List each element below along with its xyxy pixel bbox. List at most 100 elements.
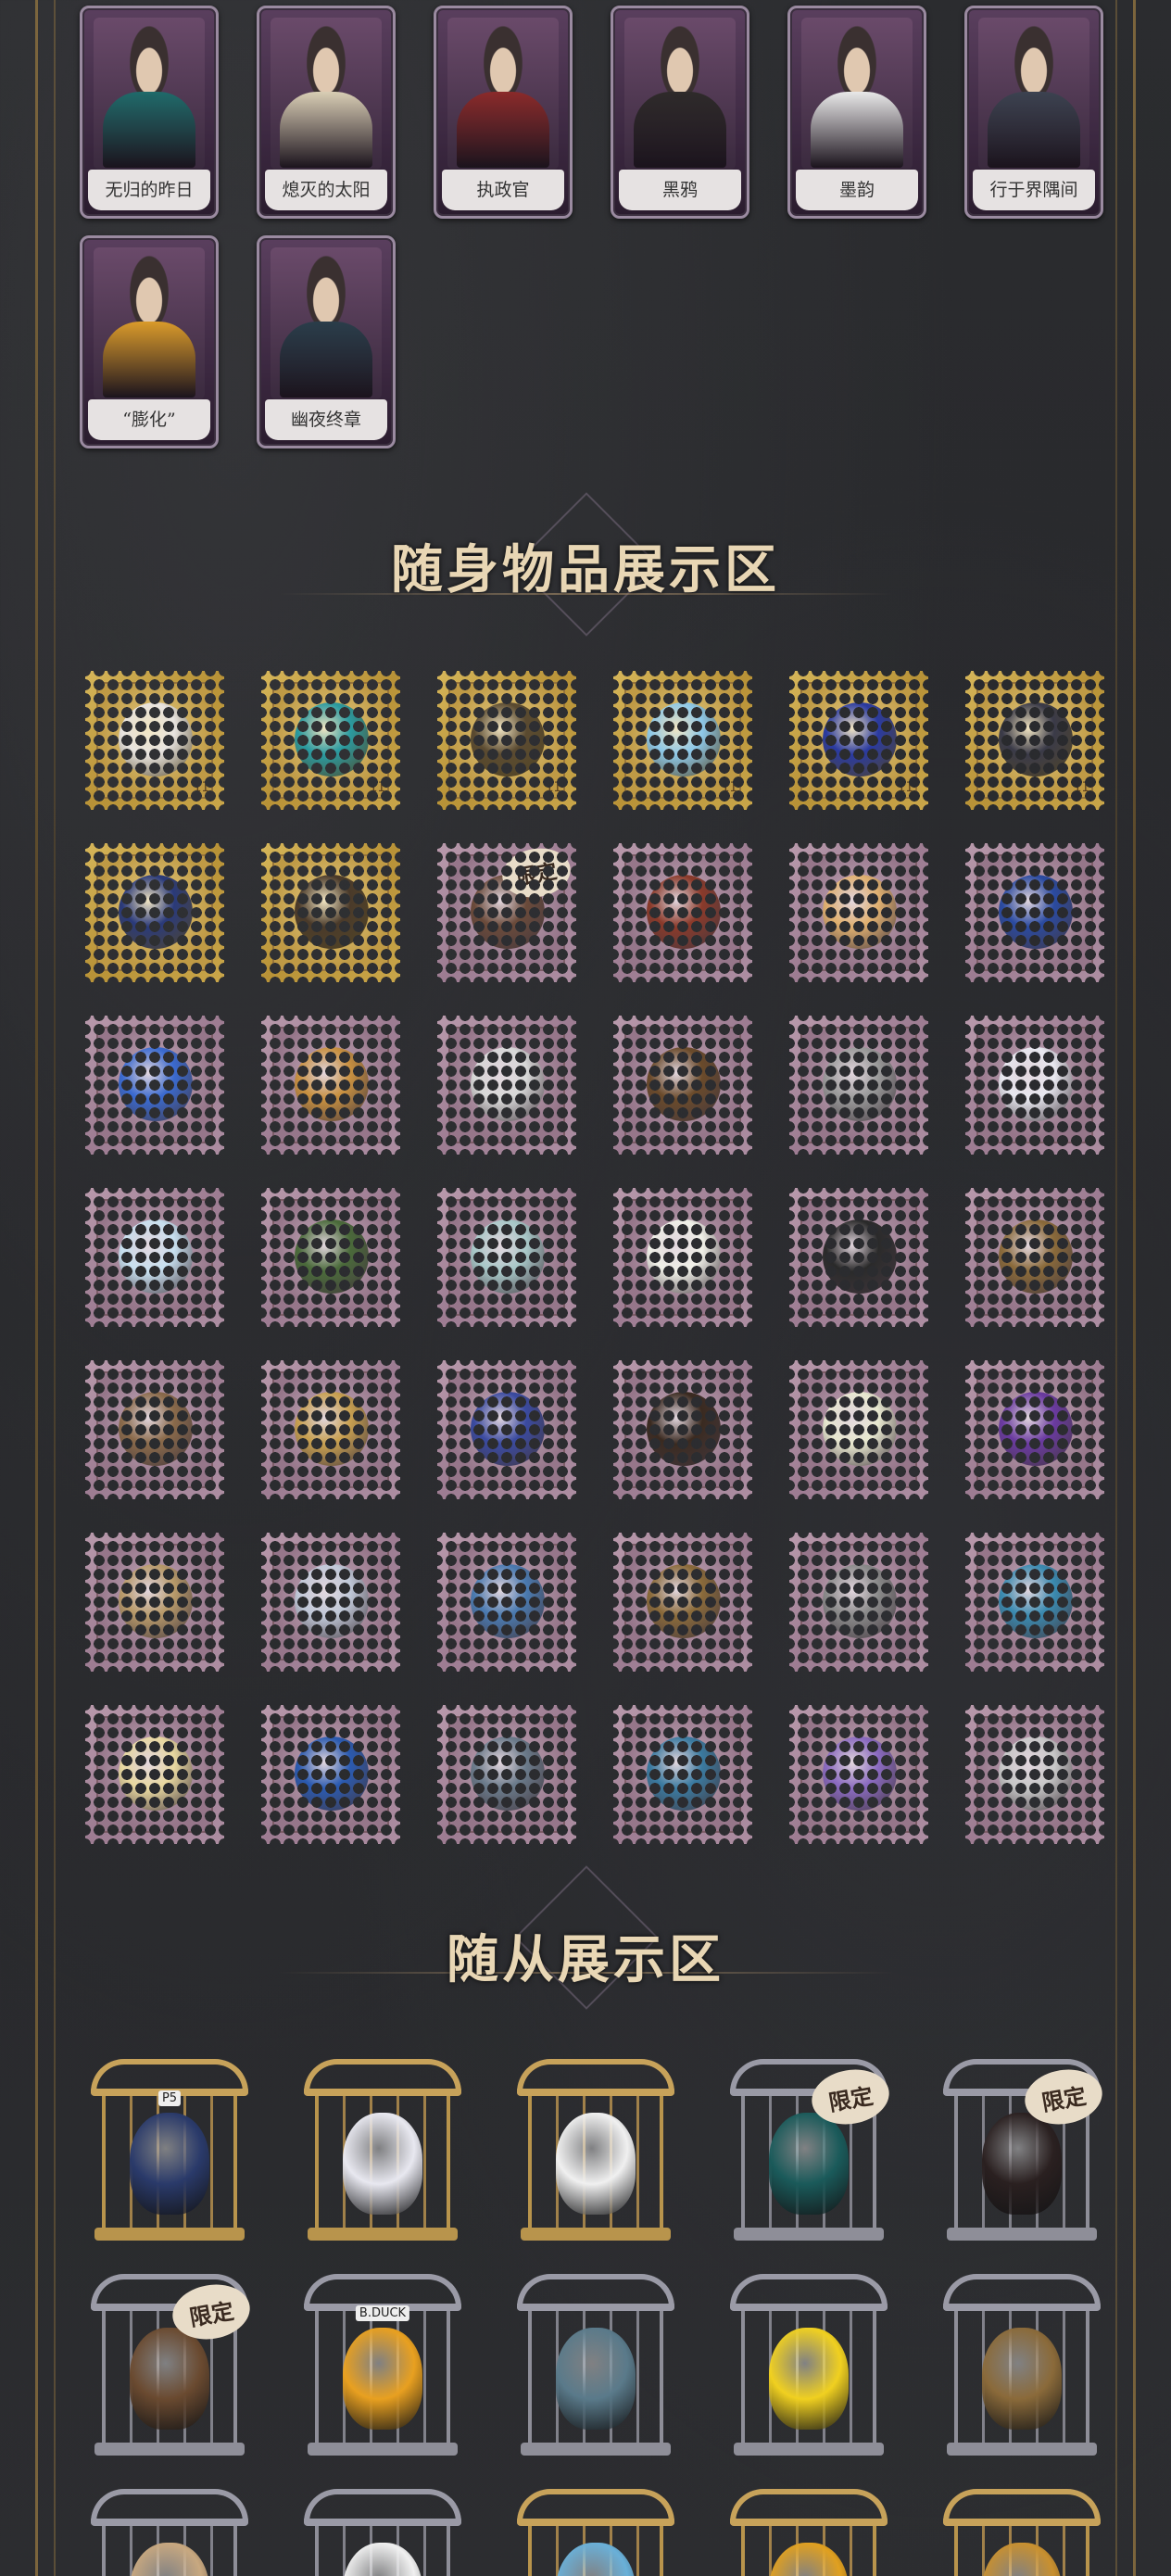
- pet-cage[interactable]: [508, 2053, 684, 2248]
- cage-base: [734, 2443, 884, 2456]
- item-stamp[interactable]: [965, 1360, 1104, 1499]
- cage-top: [517, 2059, 674, 2096]
- item-icon: [119, 1219, 193, 1294]
- item-stamp[interactable]: [965, 1016, 1104, 1155]
- item-icon: [823, 702, 897, 777]
- pet-cage[interactable]: [508, 2268, 684, 2463]
- item-stamp[interactable]: [789, 843, 928, 982]
- character-name: 幽夜终章: [265, 399, 387, 440]
- item-stamp[interactable]: [437, 1360, 576, 1499]
- item-tier-tag: II: [194, 780, 209, 795]
- item-stamp[interactable]: [965, 843, 1104, 982]
- item-icon: [647, 1736, 721, 1811]
- pet-cage[interactable]: [295, 2053, 471, 2248]
- item-stamp[interactable]: [965, 1188, 1104, 1327]
- pet-cage[interactable]: [934, 2483, 1110, 2576]
- cage-top: [517, 2274, 674, 2311]
- item-stamp[interactable]: [85, 1360, 224, 1499]
- left-frame-line-inner: [54, 0, 56, 2576]
- item-stamp[interactable]: II: [261, 671, 400, 810]
- item-stamp[interactable]: [85, 843, 224, 982]
- item-tier-tag: II: [546, 780, 561, 795]
- character-card[interactable]: 执政官: [434, 6, 573, 219]
- item-stamp[interactable]: [789, 1016, 928, 1155]
- pet-cage[interactable]: 限定: [721, 2053, 897, 2248]
- item-stamp[interactable]: II: [85, 671, 224, 810]
- cage-top: [304, 2059, 461, 2096]
- item-stamp[interactable]: II: [437, 671, 576, 810]
- pet-brand-label: P5: [157, 2090, 182, 2106]
- item-stamp[interactable]: [437, 1705, 576, 1844]
- pet-cage[interactable]: B.DUCK: [295, 2268, 471, 2463]
- item-stamp[interactable]: [85, 1016, 224, 1155]
- pet-cage[interactable]: [82, 2483, 258, 2576]
- cage-base: [94, 2443, 245, 2456]
- items-section-title: 随身物品展示区: [391, 539, 780, 600]
- item-stamp[interactable]: [261, 1188, 400, 1327]
- character-outfit: [811, 92, 903, 168]
- item-icon: [999, 1564, 1073, 1638]
- character-name: 行于界隅间: [973, 170, 1095, 210]
- item-stamp[interactable]: [261, 1705, 400, 1844]
- item-stamp[interactable]: [789, 1533, 928, 1672]
- item-stamp[interactable]: [613, 1705, 752, 1844]
- pet-cage[interactable]: 限定: [934, 2053, 1110, 2248]
- item-tier-tag: II: [370, 780, 385, 795]
- item-stamp[interactable]: II: [789, 671, 928, 810]
- item-stamp[interactable]: [789, 1360, 928, 1499]
- item-stamp[interactable]: [965, 1533, 1104, 1672]
- pet-cage[interactable]: [508, 2483, 684, 2576]
- pet-icon: [343, 2328, 422, 2430]
- item-stamp[interactable]: [789, 1705, 928, 1844]
- character-card[interactable]: “膨化”: [80, 235, 219, 448]
- item-tier-tag: II: [722, 780, 737, 795]
- item-stamp[interactable]: [261, 843, 400, 982]
- pet-cage[interactable]: 限定: [82, 2268, 258, 2463]
- item-stamp[interactable]: [261, 1360, 400, 1499]
- item-stamp[interactable]: [261, 1533, 400, 1672]
- character-card[interactable]: 黑鸦: [611, 6, 749, 219]
- item-stamp[interactable]: [613, 843, 752, 982]
- character-name: “膨化”: [88, 399, 210, 440]
- pet-cage[interactable]: [721, 2268, 897, 2463]
- item-stamp[interactable]: II: [965, 671, 1104, 810]
- character-name: 执政官: [442, 170, 564, 210]
- item-stamp[interactable]: [437, 1016, 576, 1155]
- character-card[interactable]: 墨韵: [787, 6, 926, 219]
- item-icon: [119, 1392, 193, 1466]
- item-stamp[interactable]: II: [613, 671, 752, 810]
- character-card[interactable]: 行于界隅间: [964, 6, 1103, 219]
- item-icon: [999, 1392, 1073, 1466]
- character-card[interactable]: 熄灭的太阳: [257, 6, 396, 219]
- item-icon: [119, 875, 193, 949]
- pet-icon: [982, 2328, 1062, 2430]
- item-stamp[interactable]: [437, 1533, 576, 1672]
- item-icon: [119, 702, 193, 777]
- character-card[interactable]: 无归的昨日: [80, 6, 219, 219]
- pet-cage[interactable]: P5: [82, 2053, 258, 2248]
- item-stamp[interactable]: [613, 1016, 752, 1155]
- item-stamp[interactable]: 限定: [437, 842, 576, 982]
- character-card[interactable]: 幽夜终章: [257, 235, 396, 448]
- item-stamp[interactable]: [789, 1188, 928, 1327]
- item-icon: [823, 1047, 897, 1121]
- item-stamp[interactable]: [965, 1705, 1104, 1844]
- item-stamp[interactable]: [85, 1533, 224, 1672]
- item-icon: [119, 1564, 193, 1638]
- item-stamp[interactable]: [85, 1188, 224, 1327]
- item-stamp[interactable]: [85, 1705, 224, 1844]
- item-stamp[interactable]: [613, 1188, 752, 1327]
- item-stamp[interactable]: [261, 1016, 400, 1155]
- pet-cage[interactable]: [934, 2268, 1110, 2463]
- cage-base: [947, 2443, 1097, 2456]
- item-icon: [119, 1736, 193, 1811]
- pet-icon: [343, 2113, 422, 2215]
- cage-base: [308, 2443, 458, 2456]
- item-stamp[interactable]: [613, 1533, 752, 1672]
- pet-cage[interactable]: [295, 2483, 471, 2576]
- item-icon: [647, 702, 721, 777]
- item-stamp[interactable]: [437, 1188, 576, 1327]
- item-stamp[interactable]: [613, 1360, 752, 1499]
- pet-cage[interactable]: [721, 2483, 897, 2576]
- character-outfit: [280, 92, 372, 168]
